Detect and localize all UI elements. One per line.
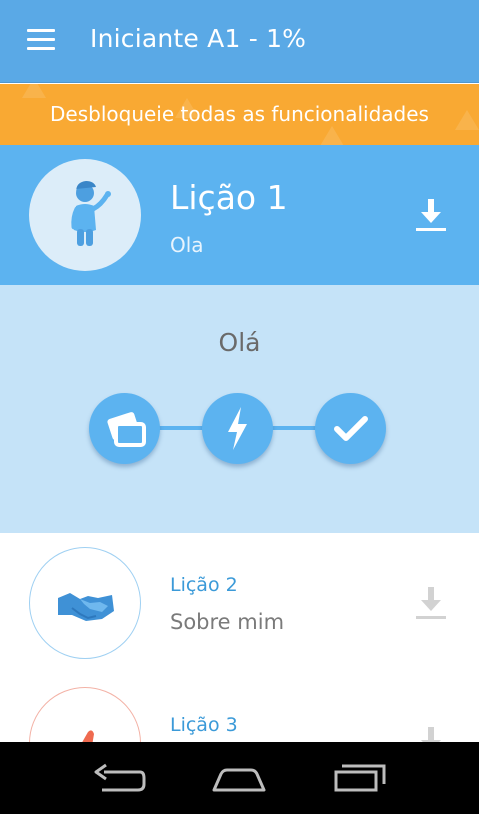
home-icon[interactable] bbox=[209, 760, 269, 796]
app-title: Iniciante A1 - 1% bbox=[90, 24, 307, 53]
lesson-subtitle: Sobre mim bbox=[170, 610, 285, 634]
lesson-title: Lição 2 bbox=[170, 574, 238, 596]
lesson-subtitle: Ola bbox=[170, 233, 204, 257]
hamburger-menu-icon[interactable] bbox=[27, 29, 55, 51]
lesson-title: Lição 3 bbox=[170, 714, 238, 736]
lightning-icon bbox=[228, 407, 247, 450]
download-icon[interactable] bbox=[414, 585, 448, 621]
lesson-detail-panel: Olá bbox=[0, 285, 479, 533]
lesson-title: Lição 1 bbox=[170, 178, 288, 217]
app-bar: Iniciante A1 - 1% bbox=[0, 0, 479, 83]
lesson-2-row[interactable]: Lição 2 Sobre mim bbox=[0, 533, 479, 673]
flashcards-step-button[interactable] bbox=[89, 393, 160, 464]
system-navigation-bar bbox=[0, 742, 479, 814]
waving-person-icon bbox=[71, 181, 111, 246]
handshake-icon bbox=[58, 593, 114, 621]
lesson-avatar bbox=[29, 547, 141, 659]
flashcards-icon bbox=[107, 412, 146, 447]
lesson-1-card[interactable]: Lição 1 Ola bbox=[0, 145, 479, 285]
practice-step-button[interactable] bbox=[202, 393, 273, 464]
review-step-button[interactable] bbox=[315, 393, 386, 464]
unlock-banner[interactable]: Desbloqueie todas as funcionalidades bbox=[0, 84, 479, 145]
unlock-banner-text: Desbloqueie todas as funcionalidades bbox=[50, 102, 429, 126]
download-icon[interactable] bbox=[414, 197, 448, 233]
recent-apps-icon[interactable] bbox=[330, 760, 390, 796]
lesson-detail-title: Olá bbox=[218, 328, 261, 357]
back-icon[interactable] bbox=[90, 760, 150, 796]
checkmark-icon bbox=[334, 416, 368, 441]
lesson-avatar bbox=[29, 159, 141, 271]
